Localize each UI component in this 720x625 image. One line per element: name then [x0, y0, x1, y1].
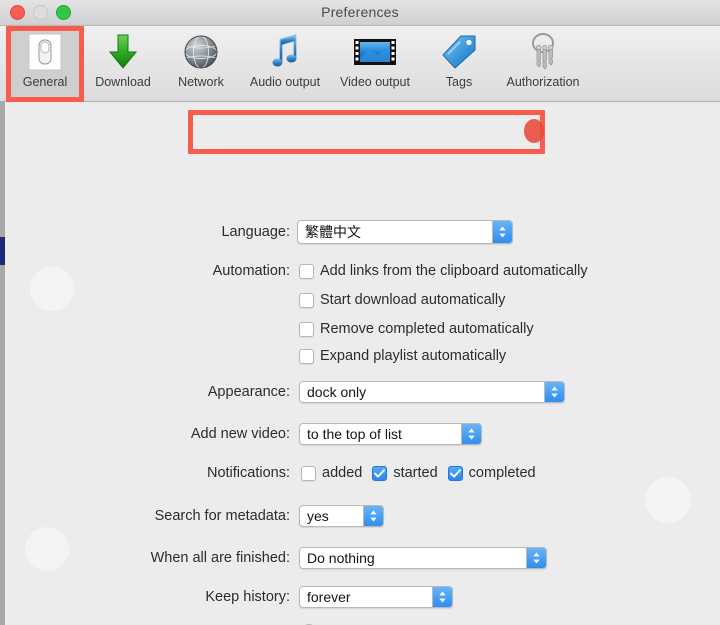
add-new-video-select-value: to the top of list: [307, 426, 402, 442]
checkbox-box[interactable]: [299, 348, 314, 364]
row-when-all-finished: When all are finished: Do nothing: [123, 547, 547, 569]
checkbox-notify-added-label: added: [322, 465, 363, 481]
globe-icon: [182, 30, 220, 74]
toolbar-item-video-output[interactable]: Video output: [330, 28, 420, 98]
watermark: [25, 527, 69, 571]
toolbar-item-authorization-label: Authorization: [506, 75, 580, 89]
tag-icon: [439, 30, 479, 74]
keep-history-select[interactable]: forever: [299, 586, 453, 608]
toolbar-item-network-label: Network: [178, 75, 224, 89]
checkbox-notify-completed[interactable]: completed: [447, 465, 536, 481]
film-strip-icon: [353, 30, 397, 74]
when-all-finished-label: When all are finished:: [150, 550, 290, 566]
watermark: [645, 477, 691, 523]
appearance-select-value: dock only: [307, 384, 367, 400]
checkbox-start-download-label: Start download automatically: [320, 292, 506, 308]
window-titlebar: Preferences: [0, 0, 720, 26]
preferences-window: Preferences General Download Network Aud…: [0, 0, 720, 625]
toolbar-item-tags-label: Tags: [445, 75, 473, 89]
chevron-updown-icon[interactable]: [526, 548, 546, 568]
chevron-updown-icon[interactable]: [544, 382, 564, 402]
appearance-label: Appearance:: [207, 384, 290, 400]
row-add-new-video: Add new video: to the top of list: [163, 423, 482, 445]
toolbar-item-download[interactable]: Download: [84, 28, 162, 98]
checkbox-box[interactable]: [447, 465, 463, 481]
checkbox-box[interactable]: [372, 465, 388, 481]
search-metadata-select[interactable]: yes: [299, 505, 384, 527]
checkbox-box[interactable]: [301, 465, 316, 481]
language-label: Language:: [221, 224, 290, 240]
checkbox-remove-completed[interactable]: Remove completed automatically: [299, 321, 534, 337]
toolbar-item-network[interactable]: Network: [162, 28, 240, 98]
checkbox-start-download[interactable]: Start download automatically: [299, 292, 505, 308]
preferences-toolbar: General Download Network Audio output Vi…: [0, 26, 720, 102]
row-automation-4: Expand playlist automatically: [299, 348, 506, 364]
add-new-video-label: Add new video:: [190, 426, 290, 442]
add-new-video-select[interactable]: to the top of list: [299, 423, 482, 445]
left-edge-rail: [0, 102, 5, 625]
toolbar-item-audio-output[interactable]: Audio output: [240, 28, 330, 98]
row-search-metadata: Search for metadata: yes: [122, 505, 384, 527]
chevron-updown-icon[interactable]: [461, 424, 481, 444]
when-all-finished-select-value: Do nothing: [307, 550, 375, 566]
checkbox-notify-started-label: started: [393, 465, 438, 481]
keep-history-label: Keep history:: [205, 589, 290, 605]
row-automation-2: Start download automatically: [299, 292, 505, 308]
row-automation-3: Remove completed automatically: [299, 321, 534, 337]
toolbar-item-general-label: General: [22, 75, 68, 89]
checkbox-expand-playlist[interactable]: Expand playlist automatically: [299, 348, 506, 364]
automation-label: Automation:: [212, 263, 290, 279]
checkbox-remove-completed-label: Remove completed automatically: [320, 321, 534, 337]
appearance-select[interactable]: dock only: [299, 381, 565, 403]
search-metadata-select-value: yes: [307, 508, 329, 524]
checkbox-add-links[interactable]: Add links from the clipboard automatical…: [299, 263, 588, 279]
notifications-label: Notifications:: [206, 465, 290, 481]
checkbox-box[interactable]: [299, 292, 314, 308]
chevron-updown-icon[interactable]: [432, 587, 452, 607]
chevron-updown-icon[interactable]: [492, 221, 512, 243]
toolbar-item-audio-output-label: Audio output: [249, 75, 321, 89]
row-automation: Automation: Add links from the clipboard…: [191, 263, 588, 279]
switch-icon: [28, 30, 62, 74]
keyring-icon: [524, 30, 562, 74]
left-rail-accent: [0, 237, 5, 265]
row-language: Language: 繁體中文: [204, 220, 514, 244]
when-all-finished-select[interactable]: Do nothing: [299, 547, 547, 569]
checkbox-add-links-label: Add links from the clipboard automatical…: [320, 263, 588, 279]
language-select-value: 繁體中文: [305, 224, 361, 240]
down-arrow-icon: [106, 30, 140, 74]
checkbox-expand-playlist-label: Expand playlist automatically: [320, 348, 507, 364]
row-appearance: Appearance: dock only: [186, 381, 565, 403]
watermark: [30, 267, 74, 311]
checkbox-notify-completed-label: completed: [468, 465, 536, 481]
toolbar-item-tags[interactable]: Tags: [420, 28, 498, 98]
checkbox-notify-started[interactable]: started: [372, 465, 438, 481]
toolbar-item-video-output-label: Video output: [340, 75, 410, 89]
checkbox-box[interactable]: [299, 321, 314, 337]
page-title: Preferences: [321, 4, 399, 20]
music-note-icon: [268, 30, 302, 74]
preferences-content: Language: 繁體中文 Automation: Add links fro…: [0, 102, 720, 625]
row-keep-history: Keep history: forever: [164, 586, 453, 608]
toolbar-item-general[interactable]: General: [6, 28, 84, 98]
row-notifications: Notifications: added started completed: [185, 465, 536, 481]
toolbar-item-authorization[interactable]: Authorization: [498, 28, 588, 98]
checkbox-box[interactable]: [299, 263, 314, 279]
chevron-updown-icon[interactable]: [363, 506, 383, 526]
language-select[interactable]: 繁體中文: [297, 220, 513, 244]
toolbar-item-download-label: Download: [95, 75, 151, 89]
keep-history-select-value: forever: [307, 589, 351, 605]
checkbox-notify-added[interactable]: added: [301, 465, 362, 481]
search-metadata-label: Search for metadata:: [154, 508, 290, 524]
